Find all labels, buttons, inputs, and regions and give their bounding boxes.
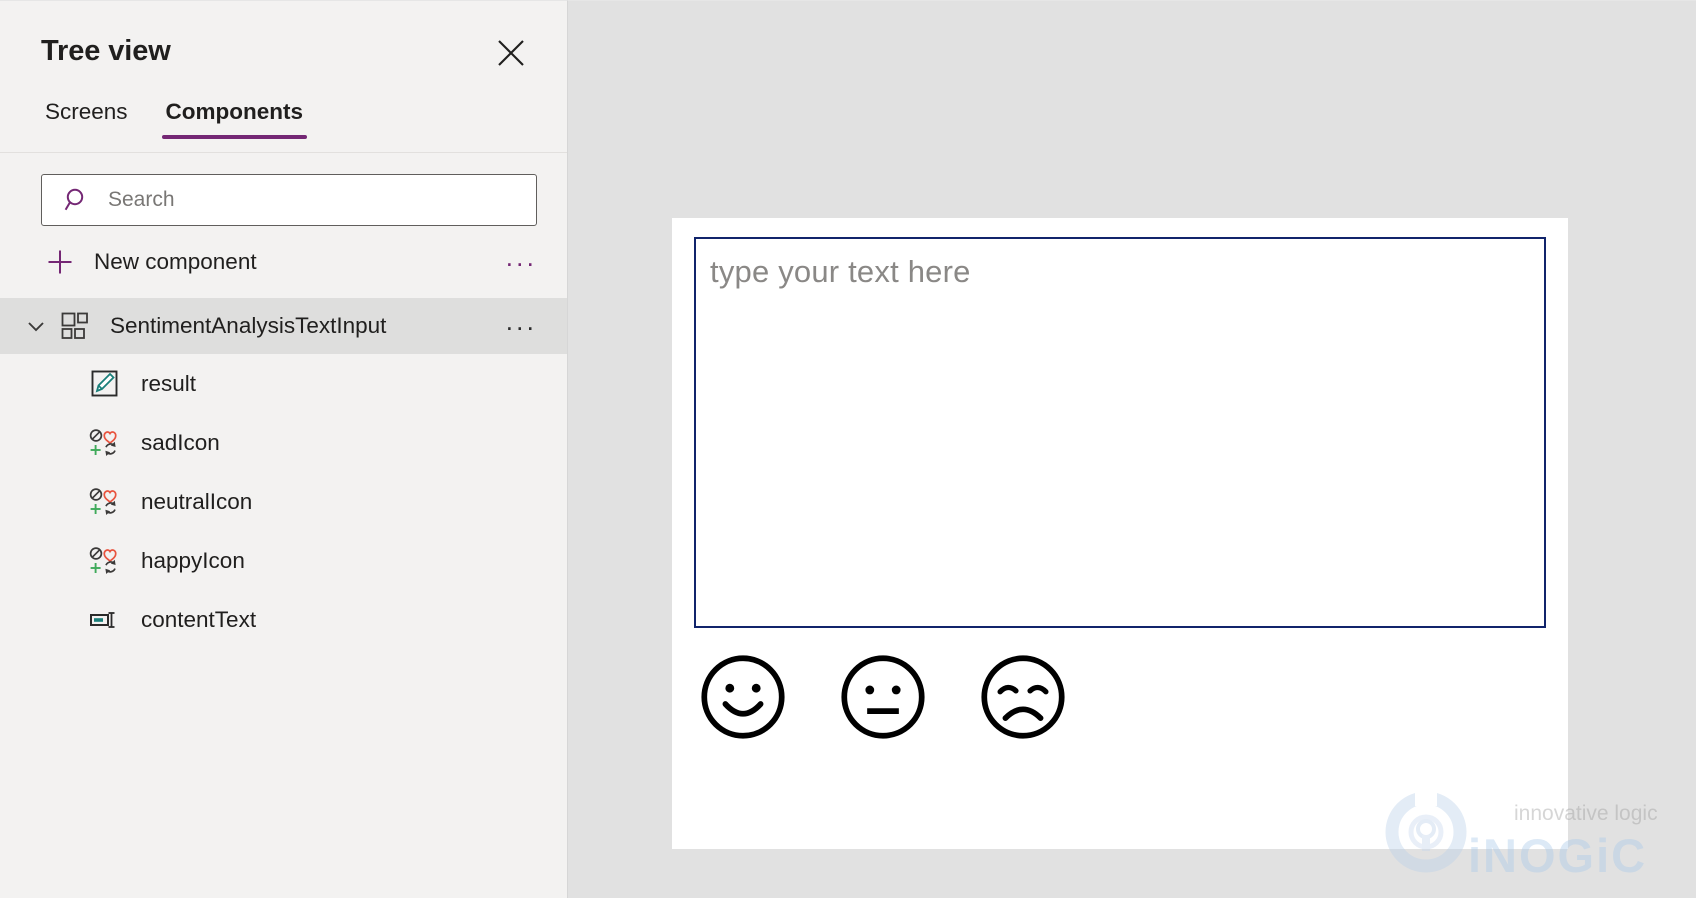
edit-pen-icon	[89, 369, 119, 398]
icon-control-icon	[89, 428, 119, 458]
tree-item-neutralicon[interactable]: neutralIcon	[0, 472, 567, 531]
tree-item-sadicon[interactable]: sadIcon	[0, 413, 567, 472]
tree-item-label: happyIcon	[141, 547, 245, 573]
tree-view-panel: Tree view Screens Components Search New …	[0, 0, 568, 898]
icon-control-icon	[89, 546, 119, 576]
text-input-placeholder: type your text here	[710, 254, 971, 289]
content-text-input[interactable]: type your text here	[694, 237, 1546, 628]
page-title: Tree view	[41, 35, 171, 67]
search-icon	[64, 187, 91, 214]
icon-control-icon	[89, 487, 119, 517]
tree-item-label: result	[141, 370, 197, 396]
new-component-row[interactable]: New component ...	[0, 234, 567, 290]
sentiment-face-row	[699, 653, 1067, 741]
tree-item-result[interactable]: result	[0, 354, 567, 413]
tree-item-label: SentimentAnalysisTextInput	[110, 313, 387, 338]
tree-item-label: neutralIcon	[141, 488, 253, 514]
component-icon	[58, 311, 92, 341]
tree-item-label: sadIcon	[141, 429, 220, 455]
search-input[interactable]	[108, 175, 467, 225]
new-component-label: New component	[94, 249, 257, 274]
chevron-down-icon[interactable]	[20, 315, 52, 337]
component-tree: SentimentAnalysisTextInput ... result sa…	[0, 298, 567, 649]
tree-item-happyicon[interactable]: happyIcon	[0, 531, 567, 590]
close-icon	[496, 38, 526, 68]
app-screen: type your text here	[672, 218, 1568, 849]
text-input-control-icon	[89, 605, 119, 635]
happy-face-icon[interactable]	[699, 653, 787, 741]
panel-tabs: Screens Components	[0, 97, 567, 153]
sad-face-icon[interactable]	[979, 653, 1067, 741]
tree-item-contenttext[interactable]: contentText	[0, 590, 567, 649]
tree-item-label: contentText	[141, 606, 257, 632]
app-root: Tree view Screens Components Search New …	[0, 0, 1696, 898]
plus-icon	[45, 248, 75, 276]
close-button[interactable]	[491, 33, 531, 73]
app-canvas: type your text here innovative logic iNO…	[568, 0, 1696, 898]
tree-item-overflow-button[interactable]: ...	[506, 308, 537, 338]
neutral-face-icon[interactable]	[839, 653, 927, 741]
new-component-overflow-button[interactable]: ...	[506, 244, 537, 274]
tree-item-sentimentanalysistextinput[interactable]: SentimentAnalysisTextInput ...	[0, 298, 567, 354]
panel-header: Tree view	[0, 1, 567, 97]
tab-screens[interactable]: Screens	[41, 97, 132, 139]
search-area	[0, 153, 567, 226]
search-box[interactable]	[41, 174, 537, 226]
tab-components[interactable]: Components	[161, 97, 308, 139]
